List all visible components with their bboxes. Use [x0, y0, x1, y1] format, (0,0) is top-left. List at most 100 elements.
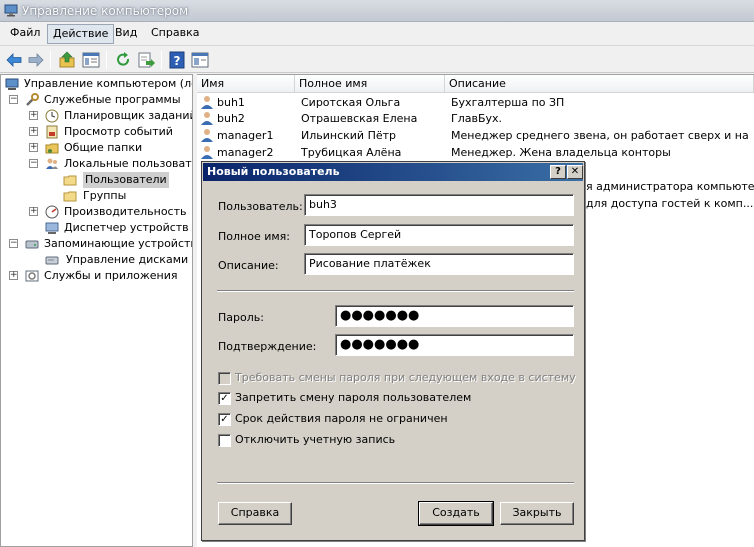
close-button[interactable]: Закрыть: [500, 502, 574, 525]
username-label: Пользователь:: [218, 200, 303, 213]
cell-name: manager1: [217, 129, 274, 142]
svg-text:?: ?: [174, 54, 181, 68]
password-input[interactable]: ●●●●●●●: [335, 305, 574, 327]
checkbox-label: Отключить учетную запись: [235, 433, 396, 446]
checkbox-box[interactable]: [218, 372, 231, 385]
back-icon[interactable]: [4, 50, 24, 70]
cell-fullname: Сиротская Ольга: [301, 96, 401, 109]
menu-action[interactable]: Действие: [47, 24, 115, 44]
expand-icon[interactable]: +: [29, 127, 38, 136]
user-icon: [201, 112, 213, 125]
computer-management-icon: [4, 4, 18, 17]
computer-management-icon: [5, 78, 19, 90]
table-row[interactable]: buh1 Сиротская Ольга Бухгалтерша по ЗП: [197, 94, 754, 111]
cell-fullname: Трубицкая Алёна: [301, 146, 402, 159]
tree-label: Производительность: [64, 205, 187, 218]
tree-label: Служебные программы: [44, 93, 181, 106]
collapse-icon[interactable]: −: [29, 159, 38, 168]
expand-icon[interactable]: +: [29, 111, 38, 120]
tools-icon: [26, 93, 39, 106]
up-icon[interactable]: [57, 50, 77, 70]
dialog-help-icon[interactable]: ?: [550, 165, 566, 179]
tree-label: Управление компьютером (лока: [24, 77, 193, 90]
help-icon[interactable]: ?: [167, 50, 187, 70]
export-icon[interactable]: [136, 50, 156, 70]
table-row[interactable]: manager1 Ильинский Пётр Менеджер среднег…: [197, 127, 754, 144]
dialog-close-icon[interactable]: ✕: [567, 165, 583, 179]
users-group-icon: [46, 158, 58, 169]
checkbox-label: Срок действия пароля не ограничен: [235, 412, 448, 425]
expand-icon[interactable]: +: [29, 143, 38, 152]
window-title: Управление компьютером: [22, 4, 189, 18]
user-icon: [201, 96, 213, 109]
user-icon: [201, 129, 213, 142]
divider: [217, 290, 574, 292]
description-input[interactable]: Рисование платёжек: [304, 253, 574, 275]
cell-name: buh2: [217, 112, 245, 125]
checkbox-box[interactable]: ✓: [218, 413, 231, 426]
dialog-title-bar[interactable]: Новый пользователь ? ✕: [203, 163, 583, 181]
table-row[interactable]: buh2 Отрашевская Елена ГлавБух.: [197, 110, 754, 127]
checkbox-label: Требовать смены пароля при следующем вхо…: [235, 371, 576, 384]
performance-icon: [45, 205, 59, 219]
fullname-input[interactable]: Торопов Сергей: [304, 224, 574, 246]
toolbar-separator: [106, 51, 107, 69]
confirm-password-input[interactable]: ●●●●●●●: [335, 334, 574, 356]
shared-folder-icon: [45, 143, 59, 154]
column-header-description[interactable]: Описание: [445, 75, 754, 93]
help-button[interactable]: Справка: [218, 502, 292, 525]
collapse-icon[interactable]: −: [9, 239, 18, 248]
tree-label: Общие папки: [64, 141, 143, 154]
column-header-fullname[interactable]: Полное имя: [295, 75, 445, 93]
username-input[interactable]: buh3: [304, 194, 574, 216]
cell-description: для доступа гостей к комп...: [586, 197, 754, 210]
tree-label: Управление дисками: [66, 253, 189, 266]
tree-label: Пользователи: [83, 172, 169, 188]
event-viewer-icon: [46, 125, 58, 139]
title-bar: Управление компьютером: [0, 0, 754, 22]
cell-description: ГлавБух.: [451, 112, 503, 125]
menu-file[interactable]: Файл: [5, 24, 45, 44]
folder-icon: [63, 191, 77, 202]
cell-fullname: Отрашевская Елена: [301, 112, 418, 125]
checkbox-box[interactable]: ✓: [218, 392, 231, 405]
forward-icon[interactable]: [26, 50, 46, 70]
console-tree: Управление компьютером (лока − Служебные…: [0, 74, 193, 547]
tree-label: Просмотр событий: [64, 125, 173, 138]
confirm-password-label: Подтверждение:: [218, 340, 317, 353]
folder-icon: [63, 175, 77, 186]
tree-label: Планировщик заданий: [64, 109, 193, 122]
device-manager-icon: [45, 222, 59, 234]
expand-icon[interactable]: +: [9, 271, 18, 280]
show-hide-tree-icon[interactable]: [81, 50, 101, 70]
cell-fullname: Ильинский Пётр: [301, 129, 396, 142]
services-icon: [25, 270, 39, 282]
table-row[interactable]: manager2 Трубицкая Алёна Менеджер. Жена …: [197, 144, 754, 161]
cell-description: Менеджер среднего звена, он работает све…: [451, 129, 751, 142]
divider: [217, 482, 574, 484]
menu-view[interactable]: Вид: [110, 24, 142, 44]
column-header-name[interactable]: Имя: [197, 75, 295, 93]
disk-icon: [45, 256, 59, 265]
cell-description: Бухгалтерша по ЗП: [451, 96, 565, 109]
dialog-title: Новый пользователь: [207, 165, 340, 178]
create-button[interactable]: Создать: [418, 501, 494, 526]
new-user-dialog: Новый пользователь ? ✕ Пользователь: buh…: [201, 161, 585, 541]
checkbox-box[interactable]: [218, 434, 231, 447]
checkbox-label: Запретить смену пароля пользователем: [235, 391, 472, 404]
tree-label: Группы: [83, 189, 127, 202]
cell-name: manager2: [217, 146, 274, 159]
properties-icon[interactable]: [190, 50, 210, 70]
expand-icon[interactable]: +: [29, 207, 38, 216]
refresh-icon[interactable]: [113, 50, 133, 70]
collapse-icon[interactable]: −: [9, 95, 18, 104]
menu-help[interactable]: Справка: [146, 24, 204, 44]
toolbar: ?: [0, 45, 754, 73]
tree-label: Запоминающие устройства: [44, 237, 193, 250]
fullname-label: Полное имя:: [218, 230, 290, 243]
description-label: Описание:: [218, 259, 279, 272]
cell-name: buh1: [217, 96, 245, 109]
user-icon: [201, 146, 213, 159]
cell-description: Менеджер. Жена владельца конторы: [451, 146, 671, 159]
tree-label: Службы и приложения: [44, 269, 178, 282]
